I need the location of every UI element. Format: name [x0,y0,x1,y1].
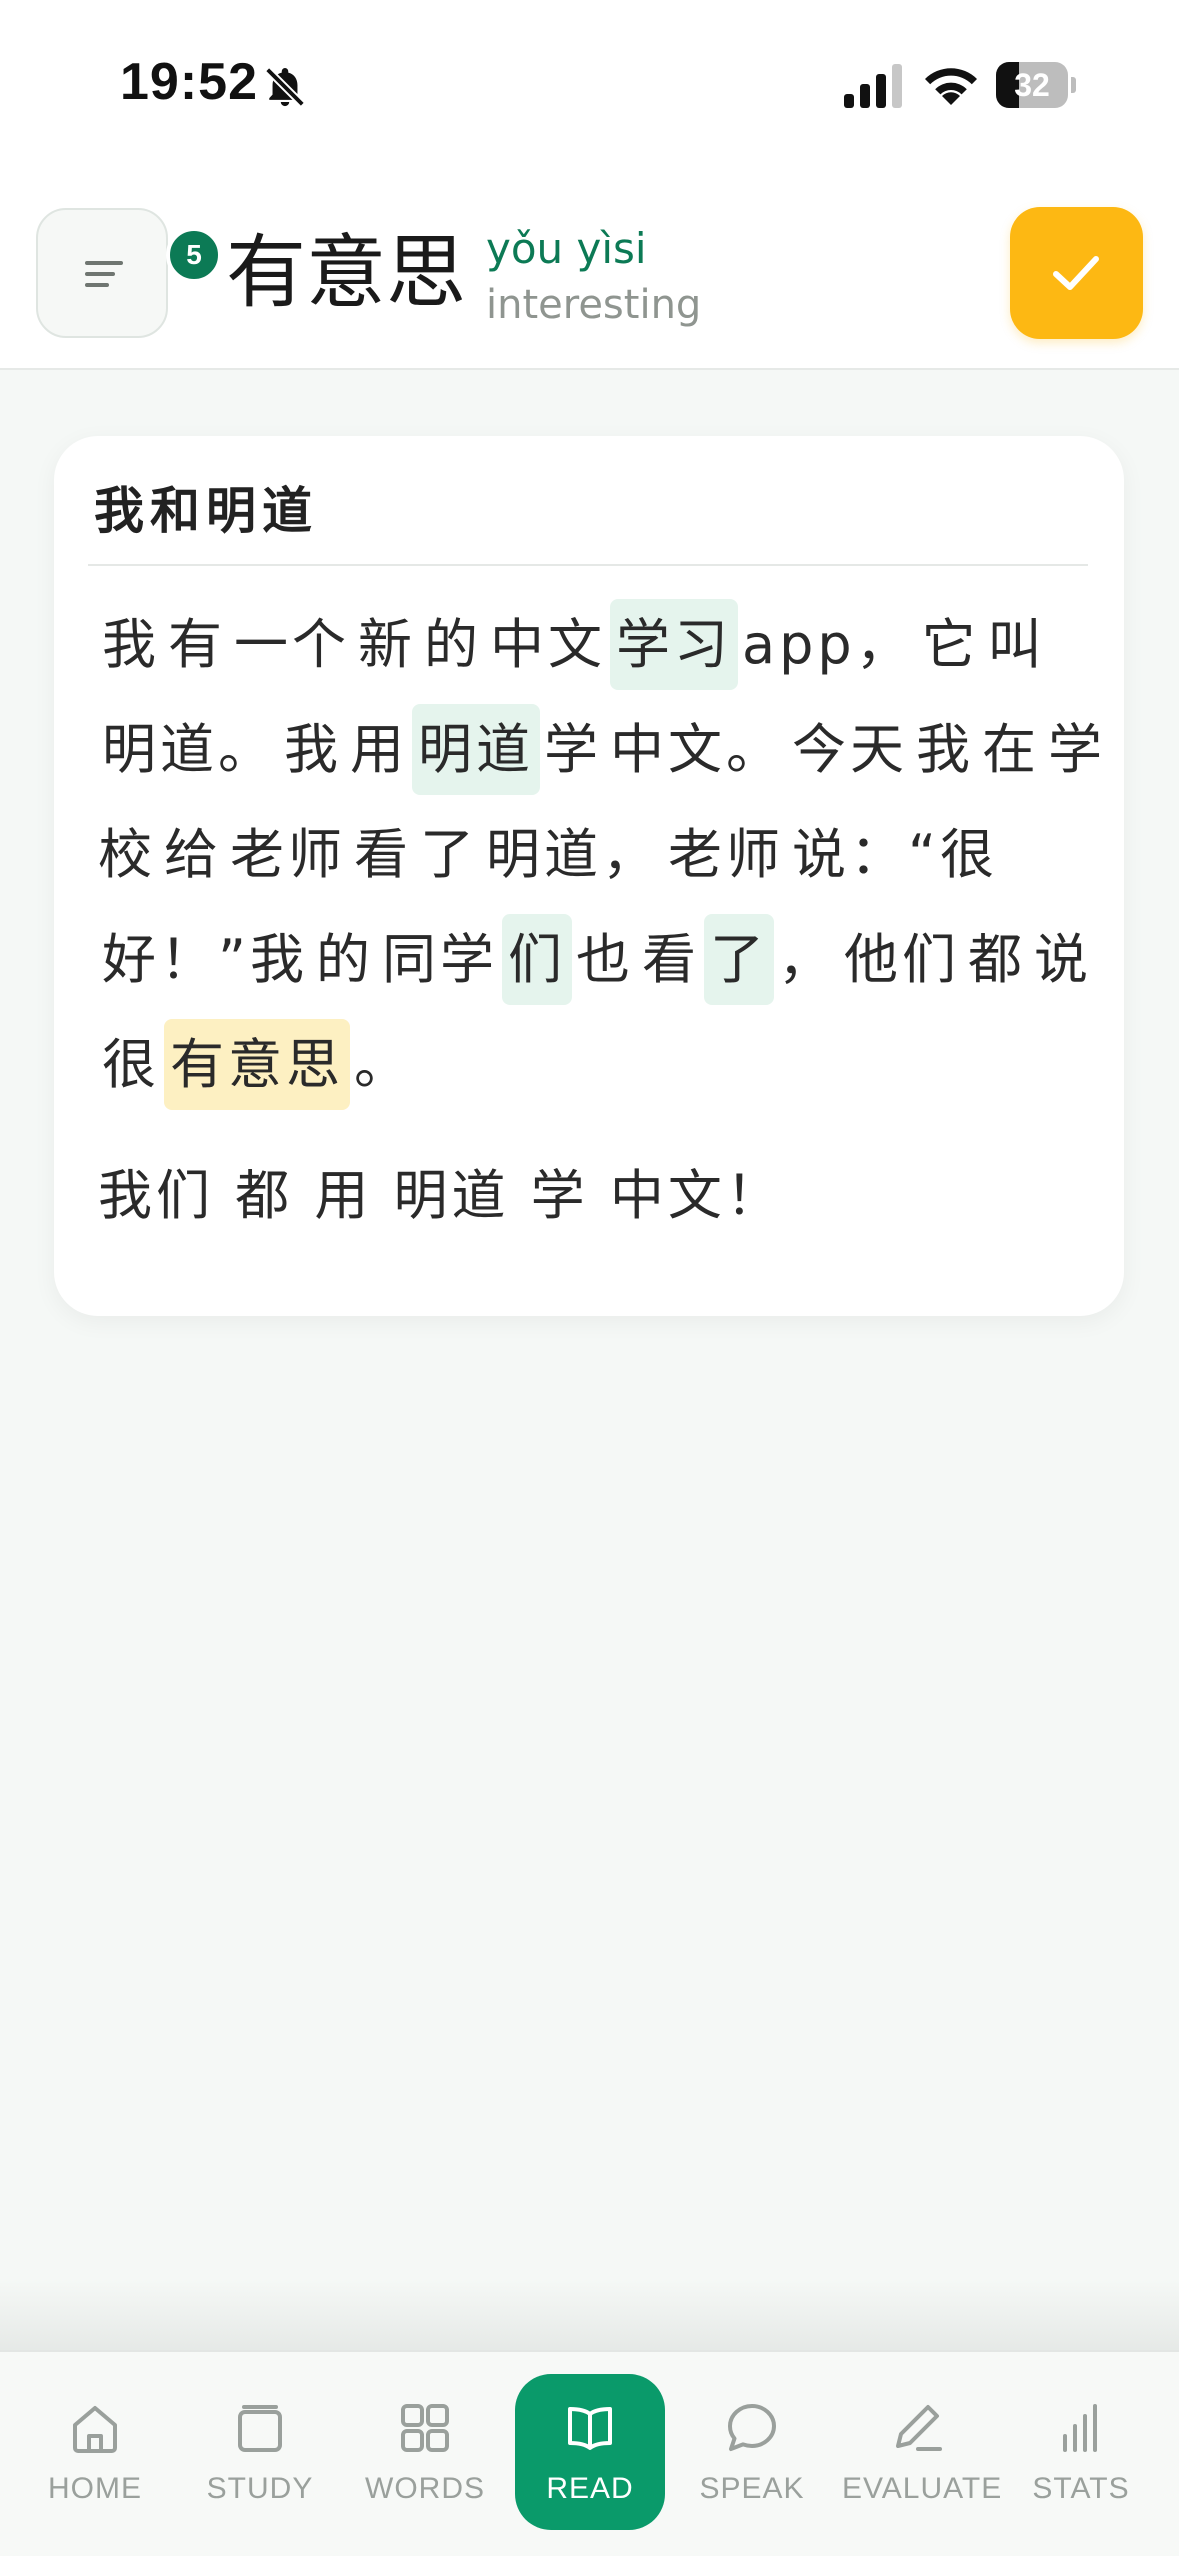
flashcards-icon [238,2405,282,2452]
word-token[interactable]: ， [774,928,840,991]
word-token[interactable]: 中文 [486,613,610,676]
nav-item-home[interactable]: HOME [20,2374,170,2530]
open-book-icon [568,2407,612,2450]
word-token[interactable]: 都 [964,928,1030,991]
word-token[interactable]: 中文。 [606,718,788,781]
word-token[interactable]: 一个 [230,613,354,676]
current-word-meaning: interesting [486,282,702,328]
word-token-highlighted[interactable]: 了 [703,914,774,1005]
nav-label-study: STUDY [206,2472,314,2505]
battery-icon: 32 [996,62,1076,108]
cellular-signal-icon [844,64,902,108]
menu-lines-icon [85,261,123,287]
nav-item-evaluate[interactable]: EVALUATE [842,2374,1003,2530]
house-icon [73,2406,117,2453]
word-token[interactable]: 很 [98,1033,164,1096]
word-token[interactable]: 的 [312,928,378,991]
bottom-nav: HOME STUDY WORDS READ SPEAK EVALUATE STA… [0,2350,1179,2556]
word-token[interactable]: 用 [346,718,412,781]
nav-item-stats[interactable]: STATS [1006,2374,1156,2530]
menu-badge: 5 [166,227,222,283]
word-token[interactable]: 同学 [378,928,502,991]
title-divider [88,564,1088,566]
status-bar: 19:52 32 [0,0,1179,175]
word-token[interactable]: 老师 [226,823,350,886]
word-token[interactable]: 给 [160,823,226,886]
bar-chart-icon [1063,2404,1097,2452]
grid-icon [401,2404,449,2452]
word-token[interactable]: 我 [912,718,978,781]
reading-card: 我和明道 我有一个新的中文 学习 app，它叫明道。我用明道学中文。 今天我在学校给老… [54,436,1124,1316]
status-time: 19:52 [120,53,258,111]
pencil-icon [896,2405,942,2451]
word-token[interactable]: 在 [978,718,1044,781]
word-token[interactable]: 。 [350,1033,416,1096]
word-token[interactable]: 也 [572,928,638,991]
word-token[interactable]: 它 [918,613,984,676]
checkmark-icon [1053,256,1099,290]
current-word-pinyin: yǒu yìsi [486,224,647,273]
word-token-highlighted[interactable]: 们 [501,914,572,1005]
word-token[interactable]: 看 [638,928,704,991]
nav-label-words: WORDS [365,2472,485,2505]
wifi-icon [925,68,977,105]
word-token[interactable]: 了 [416,823,482,886]
nav-label-home: HOME [48,2472,142,2505]
word-token[interactable]: 说：“很 [788,823,1002,886]
word-token[interactable]: 的 [420,613,486,676]
word-token[interactable]: 看 [350,823,416,886]
mark-known-button[interactable] [1010,207,1143,339]
word-token[interactable]: app， [738,613,918,676]
word-token-current[interactable]: 有意思 [164,1019,350,1110]
word-token[interactable]: 有 [164,613,230,676]
nav-label-read: READ [546,2472,634,2505]
word-token[interactable]: 老师 [664,823,788,886]
app-screen: 19:52 32 5 有意思 yǒu yìsi interesting 我和明道… [0,0,1179,2556]
word-token[interactable]: 他们 [840,928,964,991]
passage-paragraph-2: 我们 都 用 明道 学 中文！ [98,1164,784,1227]
word-token[interactable]: 明道。 [98,718,280,781]
word-token[interactable]: 好！”我 [98,928,312,991]
word-token[interactable]: 说 [1030,928,1096,991]
passage-paragraph-1: 我有一个新的中文 学习 app，它叫明道。我用明道学中文。 今天我在学校给老师看了明道… [98,592,1108,1117]
battery-level: 32 [1014,67,1050,103]
nav-item-words[interactable]: WORDS [350,2374,500,2530]
nav-item-read[interactable]: READ [515,2374,665,2530]
word-token[interactable]: 我 [280,718,346,781]
word-token[interactable]: 今天 [788,718,912,781]
nav-item-study[interactable]: STUDY [185,2374,335,2530]
current-word-hanzi: 有意思 [226,226,466,319]
word-token[interactable]: 新 [354,613,420,676]
nav-label-evaluate: EVALUATE [842,2472,1003,2505]
nav-label-stats: STATS [1032,2472,1130,2505]
bell-slash-icon [265,67,305,107]
word-token-highlighted[interactable]: 学习 [610,599,738,690]
word-token[interactable]: 学 [540,718,606,781]
reading-title: 我和明道 [94,482,318,540]
nav-label-speak: SPEAK [699,2472,805,2505]
menu-button[interactable]: 5 [36,208,222,338]
word-token[interactable]: 叫 [984,613,1050,676]
word-header: 5 有意思 yǒu yìsi interesting [0,175,1179,370]
speech-bubble-icon [727,2404,776,2451]
word-token[interactable]: 我 [98,613,164,676]
nav-item-speak[interactable]: SPEAK [677,2374,827,2530]
word-token-highlighted[interactable]: 明道 [412,704,540,795]
reading-passage: 我有一个新的中文 学习 app，它叫明道。我用明道学中文。 今天我在学校给老师看了明道… [98,592,1108,1248]
word-token[interactable]: 明道， [482,823,664,886]
